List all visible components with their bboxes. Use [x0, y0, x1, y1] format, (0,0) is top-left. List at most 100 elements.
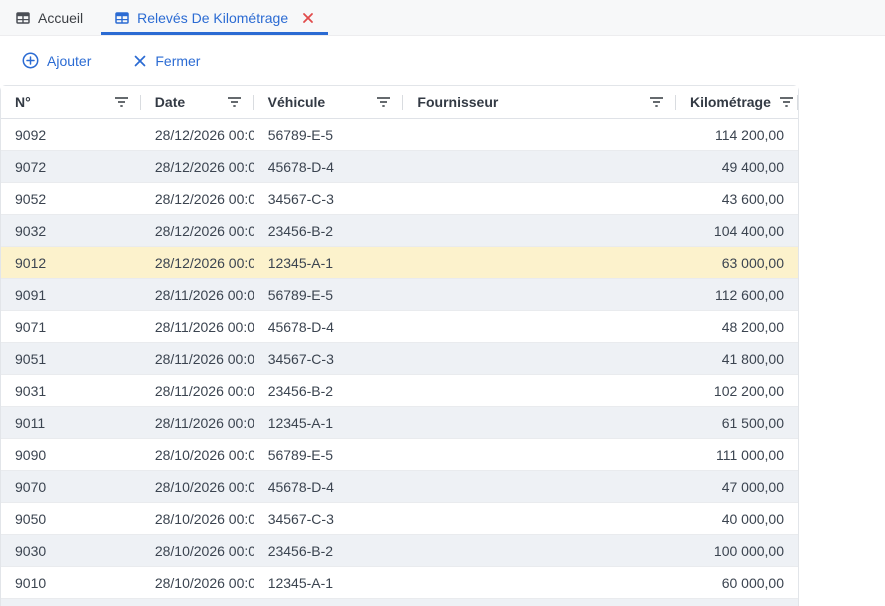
column-header-4[interactable]: Kilométrage: [676, 86, 798, 118]
filter-icon[interactable]: [227, 96, 242, 108]
table-cell: 61 500,00: [676, 407, 798, 438]
table-row[interactable]: 901128/11/2026 00:0012345-A-161 500,00: [1, 407, 798, 439]
table-row[interactable]: 909028/10/2026 00:0056789-E-5111 000,00: [1, 439, 798, 471]
table-cell: 9092: [1, 119, 141, 150]
table-cell: 56789-E-5: [254, 439, 404, 470]
table-cell: 23456-B-2: [254, 375, 404, 406]
table-cell: 114 200,00: [676, 119, 798, 150]
table-cell: [404, 247, 677, 278]
table-cell: 56789-E-5: [254, 119, 404, 150]
table-cell: 34567-C-3: [254, 183, 404, 214]
close-button-label: Fermer: [155, 53, 200, 69]
table-cell: [404, 311, 677, 342]
table-cell: 45678-D-4: [254, 151, 404, 182]
table-cell: [404, 375, 677, 406]
column-header-label: Fournisseur: [417, 94, 498, 110]
column-header-0[interactable]: N°: [1, 86, 141, 118]
column-header-label: Véhicule: [268, 94, 326, 110]
table-cell: 28/10/2026 00:00: [141, 503, 254, 534]
data-grid: N° Date Véhicule Fournisseur Kilométrage 909…: [0, 85, 799, 606]
filter-icon[interactable]: [779, 96, 794, 108]
table-cell: 45678-D-4: [254, 471, 404, 502]
table-row[interactable]: 909128/11/2026 00:0056789-E-5112 600,00: [1, 279, 798, 311]
table-cell: 43 600,00: [676, 183, 798, 214]
column-header-1[interactable]: Date: [141, 86, 254, 118]
table-cell: 28/10/2026 00:00: [141, 535, 254, 566]
table-cell: 28/11/2026 00:00: [141, 279, 254, 310]
table-cell: [404, 439, 677, 470]
table-cell: 48 200,00: [676, 311, 798, 342]
table-row[interactable]: 907128/11/2026 00:0045678-D-448 200,00: [1, 311, 798, 343]
table-cell: [404, 503, 677, 534]
column-header-3[interactable]: Fournisseur: [403, 86, 676, 118]
table-cell: 28/12/2026 00:00: [141, 215, 254, 246]
table-cell: 63 000,00: [676, 247, 798, 278]
table-cell: [404, 343, 677, 374]
table-cell: 9070: [1, 471, 141, 502]
table-row[interactable]: 907028/10/2026 00:0045678-D-4 47 000,00: [1, 471, 798, 503]
table-cell: 9012: [1, 247, 141, 278]
table-cell: 9010: [1, 567, 141, 598]
table-row[interactable]: 909228/12/2026 00:0056789-E-5 114 200,00: [1, 119, 798, 151]
table-cell: 28/10/2026 00:00: [141, 471, 254, 502]
table-cell: 56789-E-5: [254, 279, 404, 310]
table-cell: 9051: [1, 343, 141, 374]
table-cell: 112 600,00: [676, 279, 798, 310]
table-cell: [404, 151, 677, 182]
filter-icon[interactable]: [114, 96, 129, 108]
grid-header: N° Date Véhicule Fournisseur Kilométrage: [1, 86, 798, 119]
table-row[interactable]: 901228/12/2026 00:0012345-A-163 000,00: [1, 247, 798, 279]
filter-icon[interactable]: [649, 96, 664, 108]
table-cell: [404, 535, 677, 566]
table-cell: 34567-C-3: [254, 343, 404, 374]
table-cell: 9031: [1, 375, 141, 406]
tab-releves-kilometrage[interactable]: Relevés De Kilométrage: [99, 0, 330, 35]
table-cell: 104 400,00: [676, 215, 798, 246]
table-cell: 9090: [1, 439, 141, 470]
column-header-label: Kilométrage: [690, 94, 771, 110]
table-cell: 34567-C-3: [254, 503, 404, 534]
table-icon: [115, 11, 129, 25]
table-cell: 9052: [1, 183, 141, 214]
table-cell: [404, 407, 677, 438]
table-row[interactable]: 905128/11/2026 00:0034567-C-3 41 800,00: [1, 343, 798, 375]
close-button[interactable]: Fermer: [123, 47, 210, 75]
grid-toolbar: Ajouter Fermer: [0, 36, 885, 85]
column-header-2[interactable]: Véhicule: [254, 86, 404, 118]
table-row[interactable]: 905028/10/2026 00:0034567-C-340 000,00: [1, 503, 798, 535]
table-cell: 9072: [1, 151, 141, 182]
tab-close-icon[interactable]: [302, 12, 314, 24]
table-cell: 9032: [1, 215, 141, 246]
tab-bar: Accueil Relevés De Kilométrage: [0, 0, 885, 36]
table-cell: 28/11/2026 00:00: [141, 407, 254, 438]
add-button[interactable]: Ajouter: [12, 46, 101, 75]
table-row[interactable]: 907228/12/2026 00:0045678-D-4 49 400,00: [1, 151, 798, 183]
table-row[interactable]: 905228/12/2026 00:0034567-C-3 43 600,00: [1, 183, 798, 215]
table-icon: [16, 11, 30, 25]
table-cell: 28/12/2026 00:00: [141, 151, 254, 182]
column-header-label: N°: [15, 94, 31, 110]
table-cell: 100 000,00: [676, 535, 798, 566]
table-cell: 28/11/2026 00:00: [141, 375, 254, 406]
table-row[interactable]: 903128/11/2026 00:0023456-B-2 102 200,00: [1, 375, 798, 407]
table-cell: 28/11/2026 00:00: [141, 343, 254, 374]
table-cell: 49 400,00: [676, 151, 798, 182]
filter-icon[interactable]: [376, 96, 391, 108]
table-cell: 45678-D-4: [254, 311, 404, 342]
table-cell: [404, 279, 677, 310]
table-cell: 47 000,00: [676, 471, 798, 502]
table-cell: 41 800,00: [676, 343, 798, 374]
grid-body: 909228/12/2026 00:0056789-E-5114 200,009…: [1, 119, 798, 606]
table-cell: [404, 215, 677, 246]
table-cell: 28/12/2026 00:00: [141, 183, 254, 214]
table-cell: 28/10/2026 00:00: [141, 567, 254, 598]
table-row[interactable]: 903228/12/2026 00:0023456-B-2104 400,00: [1, 215, 798, 247]
tab-accueil[interactable]: Accueil: [0, 0, 99, 35]
table-cell: 28/12/2026 00:00: [141, 119, 254, 150]
add-button-label: Ajouter: [47, 53, 91, 69]
table-cell: 23456-B-2: [254, 535, 404, 566]
table-cell: [404, 567, 677, 598]
table-row[interactable]: 903028/10/2026 00:0023456-B-2100 000,00: [1, 535, 798, 567]
table-row[interactable]: 901028/10/2026 00:0012345-A-160 000,00: [1, 567, 798, 599]
table-cell: 102 200,00: [676, 375, 798, 406]
